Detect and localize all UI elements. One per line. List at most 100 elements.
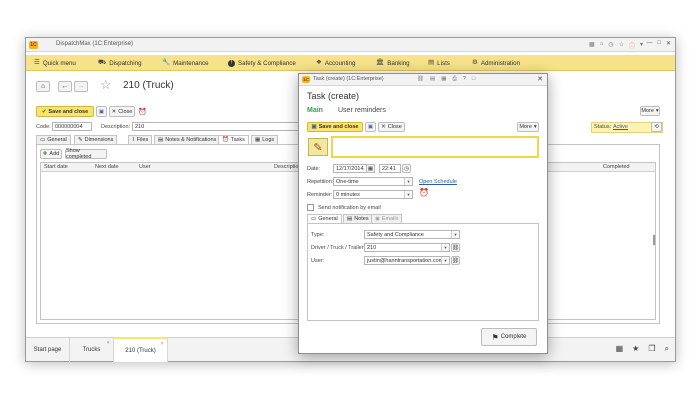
column-start-date[interactable]: Start date	[44, 164, 68, 170]
bank-icon: 🏛	[376, 58, 385, 66]
save-check-icon: ✔	[41, 108, 47, 115]
driver-truck-trailer-field[interactable]: 210 ▾	[364, 243, 450, 252]
repetition-select[interactable]: One-time ▾	[333, 177, 413, 186]
menu-maintenance[interactable]: 🔧 Maintenance	[162, 55, 209, 71]
maximize-icon[interactable]: □	[657, 40, 661, 47]
calendar-icon: ▦	[367, 165, 374, 172]
tab-close-icon[interactable]: ✕	[160, 341, 164, 347]
subtab-notes[interactable]: ▤ Notes	[343, 214, 373, 223]
dialog-close-icon[interactable]: ✕	[537, 75, 543, 83]
home-button[interactable]: ⌂	[36, 81, 50, 92]
history-button[interactable]: ⟲	[651, 122, 662, 132]
tab-logs[interactable]: ▦ Logs	[251, 135, 279, 144]
user-open-button[interactable]: ⛓	[451, 256, 460, 265]
dialog-tab-main[interactable]: Main	[307, 107, 323, 114]
dialog-tab-user-reminders[interactable]: User reminders	[338, 107, 386, 114]
menu-administration[interactable]: ⚙ Administration	[472, 55, 520, 71]
exclamation-icon: !	[228, 59, 235, 67]
reminder-select[interactable]: 0 minutes ▾	[333, 190, 413, 199]
menu-safety-compliance[interactable]: ! Safety & Compliance	[228, 55, 296, 71]
home-icon[interactable]: ⌂	[600, 41, 604, 50]
minimize-icon[interactable]: —	[646, 40, 652, 47]
wrench-icon: 🔧	[162, 58, 171, 66]
column-next-date[interactable]: Next date	[95, 164, 119, 170]
tab-notes-notifications[interactable]: ▤ Notes & Notifications	[154, 135, 221, 144]
link-icon: ⛓	[452, 244, 459, 251]
print-icon[interactable]: ⎙	[452, 76, 456, 83]
dialog-close-button[interactable]: ✕ Close	[378, 122, 405, 132]
back-arrow-icon: ←	[61, 83, 69, 90]
tab-files[interactable]: ⌇ Files	[128, 135, 153, 144]
vertical-scrollbar[interactable]	[653, 235, 655, 245]
add-button[interactable]: ✚ Add	[40, 149, 62, 159]
search-icon[interactable]: ⌕	[665, 344, 669, 354]
dialog-save-and-close-button[interactable]: ▣ Save and close	[307, 122, 363, 132]
complete-button[interactable]: ⚑ Complete	[481, 328, 537, 346]
save-and-close-button[interactable]: ✔ Save and close	[36, 106, 94, 117]
time-field[interactable]: 22:41	[379, 164, 401, 173]
calendar-icon[interactable]: ▦	[441, 76, 446, 83]
send-email-label: Send notification by email	[318, 205, 381, 211]
back-button[interactable]: ←	[58, 81, 72, 92]
repetition-label: Repetition:	[307, 179, 334, 185]
save-check-icon: ▣	[311, 124, 317, 130]
alarm-clock-icon: ⏰	[222, 137, 229, 143]
code-field[interactable]: 000000004	[52, 122, 92, 131]
status-link[interactable]: Active	[613, 124, 628, 130]
taskbar-tab-trucks[interactable]: Trucks ✕	[70, 338, 114, 362]
forward-button[interactable]: →	[74, 81, 88, 92]
dialog-save-button[interactable]: ▣	[365, 122, 376, 132]
alarm-icon: ⏰	[138, 108, 147, 116]
column-user[interactable]: User	[139, 164, 151, 170]
tab-close-icon[interactable]: ✕	[106, 340, 110, 346]
history-icon[interactable]: ◷	[608, 41, 613, 50]
doc-icon[interactable]: ▤	[430, 76, 435, 83]
link-icon: ⛓	[452, 257, 459, 264]
show-completed-button[interactable]: Show completed	[65, 148, 107, 160]
save-button[interactable]: ▣	[96, 106, 107, 117]
star-icon[interactable]: ☆	[619, 41, 624, 50]
description-field[interactable]: 210	[132, 122, 312, 131]
tab-tasks[interactable]: ⏰ Tasks	[218, 135, 249, 144]
alarm-button[interactable]: ⏰	[137, 106, 148, 117]
chevron-down-icon: ▾	[441, 257, 449, 264]
user-field[interactable]: justin@hanntransportation.com ▾	[364, 256, 450, 265]
close-window-icon[interactable]: ✕	[666, 40, 671, 47]
calendar-button[interactable]: ▦	[366, 164, 375, 173]
taskbar-tab-210-truck[interactable]: 210 (Truck) ✕	[114, 337, 168, 362]
menu-quick-menu[interactable]: ☰ Quick menu	[34, 55, 76, 71]
close-button[interactable]: ✕ Close	[109, 106, 135, 117]
send-email-checkbox[interactable]	[307, 204, 314, 211]
tab-general[interactable]: ▭ General	[36, 135, 71, 144]
open-schedule-link[interactable]: Open Schedule	[419, 179, 457, 185]
info-icon[interactable]: ⓘ	[629, 41, 635, 50]
menu-dispatching[interactable]: ⛟ Dispatching	[98, 55, 142, 71]
subtab-general[interactable]: ▭ General	[307, 214, 342, 223]
maximize-icon[interactable]: □	[472, 76, 475, 83]
link-icon[interactable]: ⛓	[417, 76, 424, 83]
menu-lists[interactable]: ▤ Lists	[428, 55, 450, 71]
dialog-title-tools: ⛓ ▤ ▦ ⎙ ? □	[417, 76, 475, 83]
favorites-star-icon[interactable]: ★	[632, 344, 639, 354]
subtab-emails[interactable]: ◉ Emails	[371, 214, 403, 223]
more-button[interactable]: More ▾	[640, 106, 660, 116]
menu-banking[interactable]: 🏛 Banking	[376, 55, 410, 71]
taskbar-tab-start-page[interactable]: Start page	[26, 338, 70, 362]
driver-open-button[interactable]: ⛓	[451, 243, 460, 252]
dropdown-icon[interactable]: ▾	[640, 41, 643, 50]
window-menu-icon[interactable]: ▦	[589, 41, 595, 50]
description-textarea[interactable]	[331, 136, 539, 158]
copy-icon[interactable]: ❐	[648, 344, 655, 354]
help-icon[interactable]: ?	[463, 76, 466, 83]
general-icon: ▭	[40, 137, 46, 143]
clock-button[interactable]: ◷	[402, 164, 411, 173]
dialog-more-button[interactable]: More ▾	[517, 122, 539, 132]
menu-accounting[interactable]: ❖ Accounting	[316, 55, 355, 71]
column-completed[interactable]: Completed	[603, 164, 630, 170]
dialog-window-title: Task (create) (1C:Enterprise)	[313, 76, 384, 82]
favorite-star-icon[interactable]: ☆	[100, 77, 112, 93]
grid-icon[interactable]: ▦	[616, 344, 624, 354]
chevron-down-icon: ▾	[451, 231, 459, 238]
type-select[interactable]: Safety and Compliance ▾	[364, 230, 460, 239]
tab-dimensions[interactable]: ✎ Dimensions	[74, 135, 118, 144]
